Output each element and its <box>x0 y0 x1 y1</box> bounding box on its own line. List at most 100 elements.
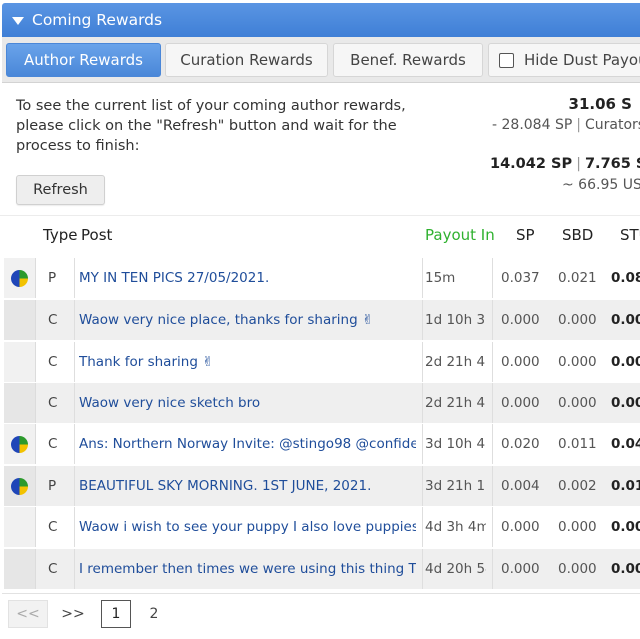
tab-author-rewards[interactable]: Author Rewards <box>6 43 161 77</box>
vote-pie-chart-icon[interactable] <box>11 435 28 453</box>
row-type: C <box>48 395 58 411</box>
page-1-button[interactable]: 1 <box>101 600 131 628</box>
vote-pie-cell <box>4 342 36 382</box>
payout-in: 3d 10h 41m <box>425 436 486 452</box>
vote-pie-cell <box>4 549 36 589</box>
post-link[interactable]: Waow i wish to see your puppy I also lov… <box>79 519 416 535</box>
post-link[interactable]: Ans: Northern Norway Invite: @stingo98 @… <box>79 436 416 452</box>
sp-deduction-line: - 28.084 SP | Curators <box>492 117 640 133</box>
sp-value: 0.020 <box>501 436 540 452</box>
curators-label: Curators <box>585 117 640 133</box>
sp-value: 0.004 <box>501 478 540 494</box>
sp-value: 0.000 <box>501 395 540 411</box>
payout-in: 15m <box>425 270 456 286</box>
sp-value: 0.000 <box>501 312 540 328</box>
post-link[interactable]: BEAUTIFUL SKY MORNING. 1ST JUNE, 2021. <box>79 478 416 494</box>
sbd-value: 0.002 <box>558 478 597 494</box>
tab-curation-rewards[interactable]: Curation Rewards <box>165 43 328 77</box>
column-divider <box>74 300 75 340</box>
prev-page-button[interactable]: << <box>8 600 48 628</box>
coming-rewards-header[interactable]: Coming Rewards <box>2 3 640 37</box>
header-type[interactable]: Type <box>43 226 77 244</box>
instructions-text: To see the current list of your coming a… <box>16 98 406 154</box>
sp-value: 0.037 <box>501 270 540 286</box>
column-divider <box>422 342 423 382</box>
page-2-button[interactable]: 2 <box>140 600 168 628</box>
next-page-button[interactable]: >> <box>58 600 88 628</box>
sbd-value: 0.000 <box>558 312 597 328</box>
sbd-value: 0.011 <box>558 436 597 452</box>
collapse-triangle-icon[interactable] <box>12 17 24 25</box>
column-divider <box>74 424 75 464</box>
hide-dust-checkbox[interactable] <box>499 52 514 68</box>
rewards-tabs: Author Rewards Curation Rewards Benef. R… <box>2 37 640 83</box>
column-divider <box>422 549 423 589</box>
stu-value: 0.00 <box>611 395 640 411</box>
sp-value: 0.000 <box>501 354 540 370</box>
sbd-value: 0.000 <box>558 519 597 535</box>
table-row: C Waow i wish to see your puppy I also lo… <box>4 507 640 547</box>
vote-pie-cell <box>4 383 36 423</box>
vote-pie-cell <box>4 300 36 340</box>
sbd-value: 0.000 <box>558 395 597 411</box>
column-divider <box>74 549 75 589</box>
header-post[interactable]: Post <box>81 226 112 244</box>
column-divider <box>74 258 75 298</box>
payout-in: 2d 21h 47m <box>425 354 486 370</box>
table-row: C I remember then times we were using thi… <box>4 549 640 589</box>
column-divider <box>74 383 75 423</box>
vote-pie-chart-icon[interactable] <box>11 477 28 495</box>
header-sbd[interactable]: SBD <box>562 226 593 244</box>
column-divider <box>422 466 423 506</box>
table-row: P MY IN TEN PICS 27/05/2021. 15m 0.037 0.021… <box>4 258 640 298</box>
vote-pie-cell[interactable] <box>4 424 36 464</box>
hide-dust-payouts-toggle[interactable]: Hide Dust Payouts <box>488 43 640 77</box>
sbd-total: 7.765 SBD <box>584 156 640 172</box>
column-divider <box>422 300 423 340</box>
sbd-value: 0.000 <box>558 561 597 577</box>
table-row: CThank for sharing ✌2d 21h 47m0.0000.000… <box>4 342 640 382</box>
column-divider <box>422 424 423 464</box>
column-divider <box>492 383 493 423</box>
vote-pie-chart-icon[interactable] <box>11 269 28 287</box>
post-link[interactable]: MY IN TEN PICS 27/05/2021. <box>79 270 416 286</box>
stu-value: 0.00 <box>611 519 640 535</box>
stu-value: 0.08 <box>611 270 640 286</box>
table-row: C Ans: Northern Norway Invite: @stingo98 … <box>4 424 640 464</box>
column-divider <box>422 383 423 423</box>
column-divider <box>422 258 423 298</box>
usd-estimate: ~ 66.95 USD <box>562 177 640 193</box>
vote-pie-cell[interactable] <box>4 258 36 298</box>
stu-value: 0.00 <box>611 312 640 328</box>
stu-value: 0.00 <box>611 561 640 577</box>
tab-benef-rewards[interactable]: Benef. Rewards <box>333 43 483 77</box>
table-row: P BEAUTIFUL SKY MORNING. 1ST JUNE, 2021. 3… <box>4 466 640 506</box>
vote-pie-cell[interactable] <box>4 466 36 506</box>
post-link[interactable]: Waow very nice place, thanks for sharing… <box>79 312 416 328</box>
column-divider <box>492 549 493 589</box>
post-link[interactable]: Thank for sharing ✌ <box>79 354 416 370</box>
stu-value: 0.00 <box>611 354 640 370</box>
sp-value: 0.000 <box>501 519 540 535</box>
payout-in: 1d 10h 36m <box>425 312 486 328</box>
sbd-value: 0.021 <box>558 270 597 286</box>
column-divider <box>492 507 493 547</box>
row-type: C <box>48 519 58 535</box>
column-divider <box>492 300 493 340</box>
table-row: C Waow very nice sketch bro 2d 21h 48m 0.00… <box>4 383 640 423</box>
payout-in: 4d 20h 54m <box>425 561 486 577</box>
column-divider <box>492 466 493 506</box>
column-divider <box>74 507 75 547</box>
row-type: P <box>48 478 57 494</box>
post-link[interactable]: Waow very nice sketch bro <box>79 395 416 411</box>
row-type: C <box>48 354 58 370</box>
header-sp[interactable]: SP <box>516 226 535 244</box>
post-link[interactable]: I remember then times we were using this… <box>79 561 416 577</box>
row-type: P <box>48 270 57 286</box>
header-stu[interactable]: STU <box>620 226 640 244</box>
refresh-button[interactable]: Refresh <box>16 175 105 205</box>
row-type: C <box>48 436 58 452</box>
header-payout-in[interactable]: Payout In <box>425 226 495 244</box>
sbd-value: 0.000 <box>558 354 597 370</box>
hide-dust-label: Hide Dust Payouts <box>524 51 640 69</box>
